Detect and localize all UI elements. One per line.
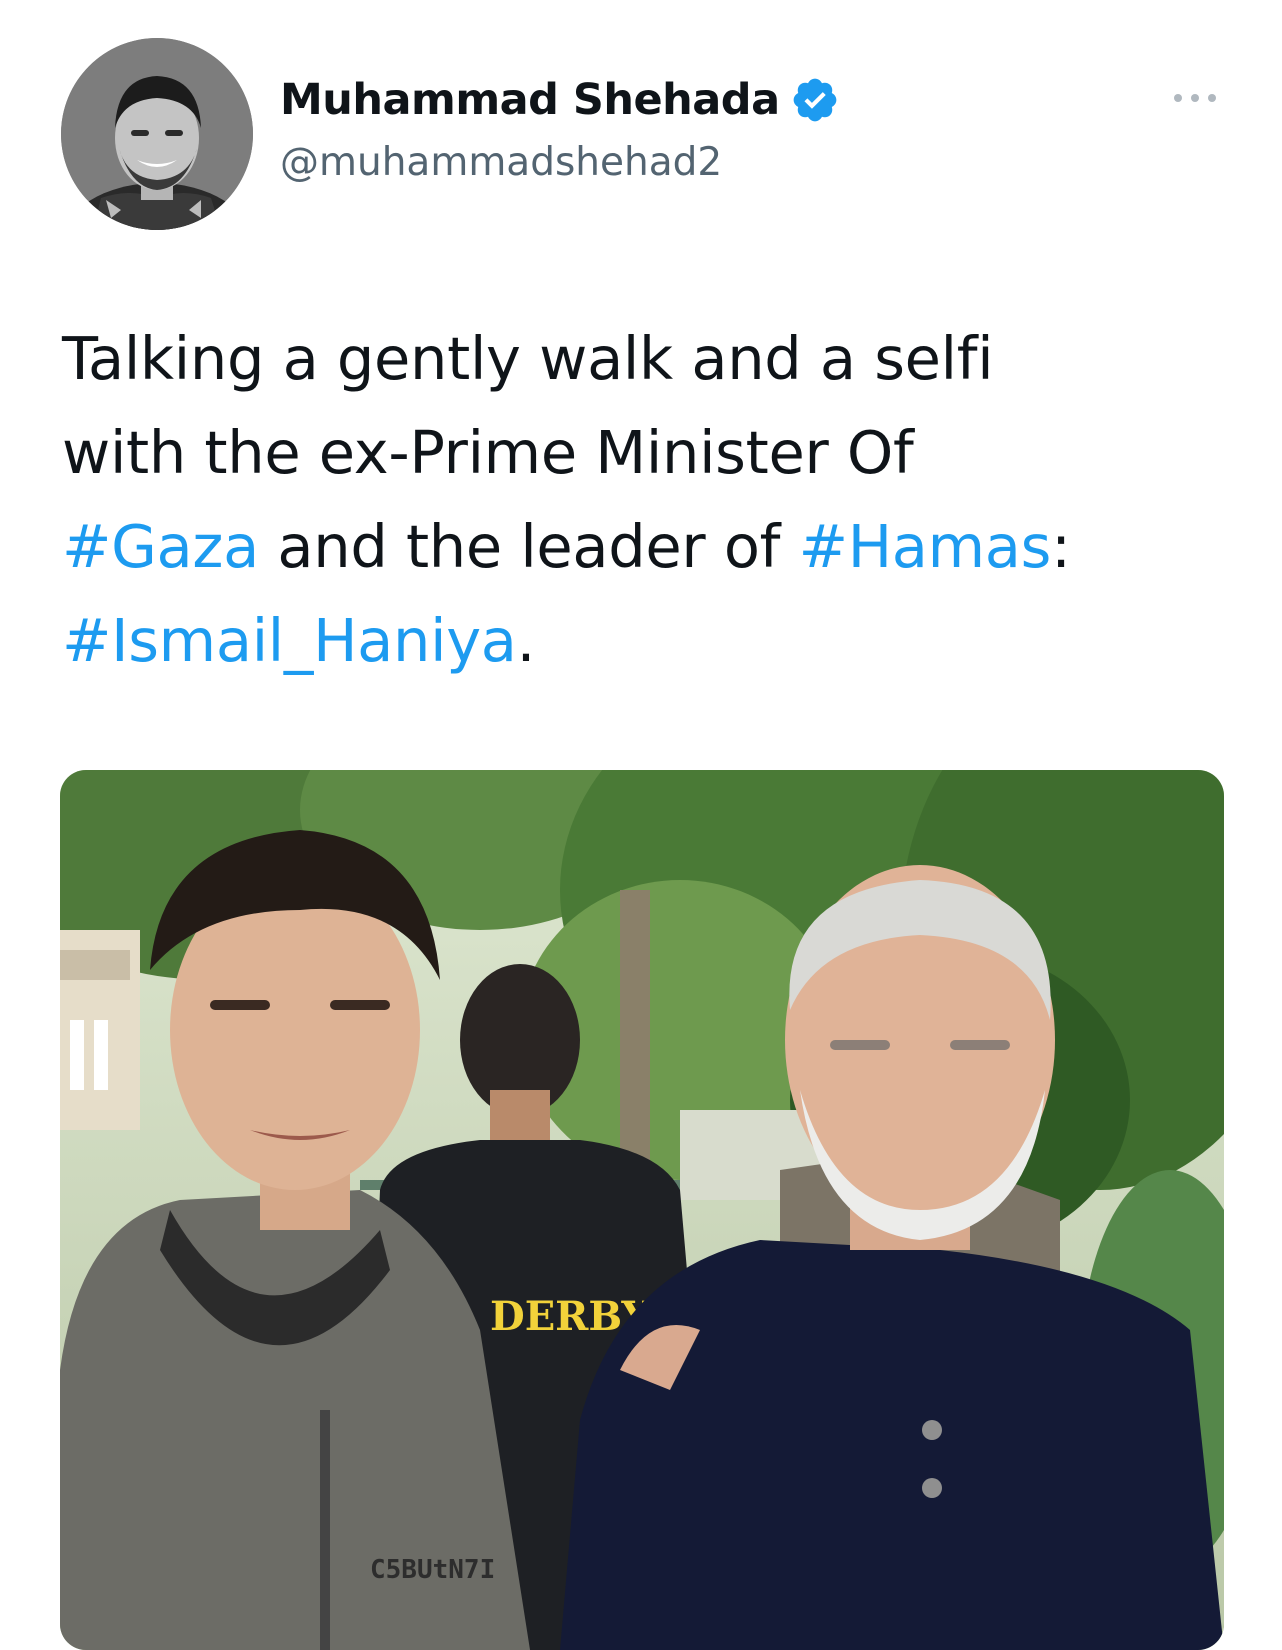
tweet-text-line: #Ismail_Haniya. (62, 594, 1222, 688)
tweet-text-segment: and the leader of (258, 512, 799, 581)
tweet-text: Talking a gently walk and a selfi with t… (62, 312, 1222, 688)
hashtag-gaza-link[interactable]: #Gaza (62, 512, 259, 581)
author-avatar[interactable] (61, 38, 253, 230)
tweet-text-line: with the ex-Prime Minister Of (62, 418, 914, 487)
verified-badge-icon (790, 75, 840, 125)
hashtag-hamas-link[interactable]: #Hamas (799, 512, 1052, 581)
avatar-image (61, 38, 253, 230)
more-options-icon[interactable] (1172, 88, 1218, 108)
hashtag-ismail-haniya-link[interactable]: #Ismail_Haniya (62, 606, 517, 675)
photo-image: DERBY C5BUtN7I (60, 770, 1224, 1650)
author-name-row: Muhammad Shehada (280, 72, 840, 128)
author-handle[interactable]: @muhammadshehad2 (280, 140, 722, 185)
tweet-photo[interactable]: DERBY C5BUtN7I (60, 770, 1224, 1650)
tweet-text-segment: : (1051, 512, 1071, 581)
tweet-card: Muhammad Shehada @muhammadshehad2 Talkin… (0, 0, 1282, 1650)
author-display-name[interactable]: Muhammad Shehada (280, 75, 780, 125)
hoodie-print-text: C5BUtN7I (370, 1555, 495, 1585)
tweet-text-line: Talking a gently walk and a selfi (62, 324, 994, 393)
tweet-text-segment: . (516, 606, 536, 675)
tweet-text-line: #Gaza and the leader of #Hamas: (62, 500, 1222, 594)
